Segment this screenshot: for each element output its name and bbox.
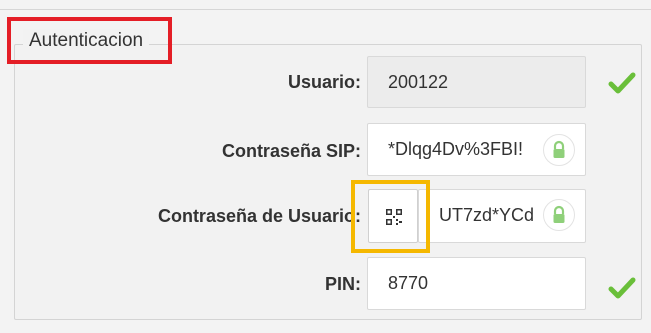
- user-password-lock-button[interactable]: [543, 199, 575, 231]
- check-icon: [608, 277, 636, 299]
- qr-button-highlight-box: [351, 180, 430, 253]
- sip-password-lock-button[interactable]: [543, 134, 575, 166]
- lock-icon: [553, 205, 565, 223]
- lock-icon: [553, 140, 565, 158]
- usuario-label: Usuario:: [287, 72, 361, 92]
- legend-highlight-box: [7, 17, 172, 64]
- usuario-field: 200122: [367, 56, 586, 108]
- check-icon: [608, 72, 636, 94]
- pin-label: PIN:: [325, 274, 361, 294]
- sip-password-label: Contraseña SIP:: [221, 141, 361, 161]
- user-password-label: Contraseña de Usuario:: [157, 206, 361, 226]
- top-divider: [0, 9, 651, 10]
- pin-field[interactable]: 8770: [367, 257, 586, 310]
